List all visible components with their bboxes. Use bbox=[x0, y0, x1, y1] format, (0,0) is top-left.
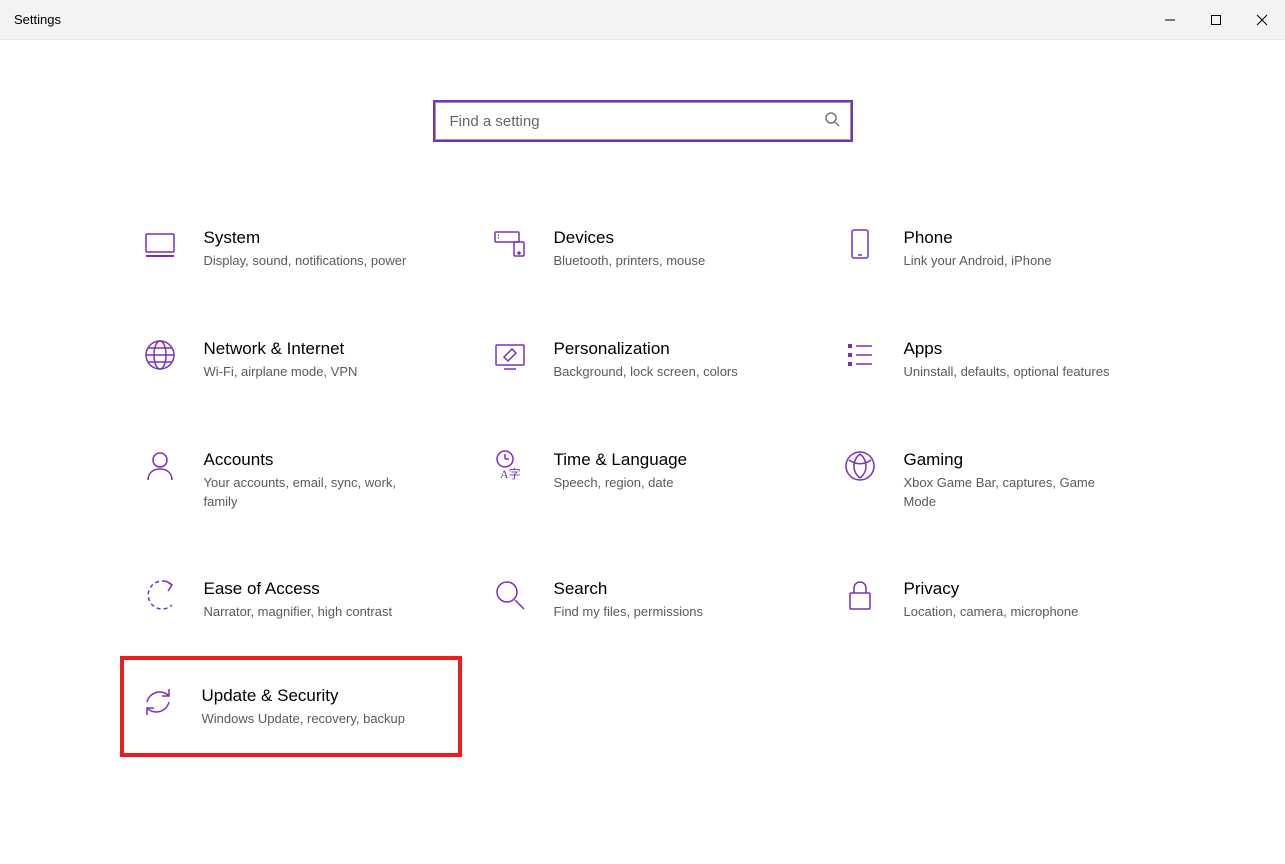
tile-title: System bbox=[204, 228, 446, 248]
tile-phone[interactable]: Phone Link your Android, iPhone bbox=[838, 222, 1148, 275]
tile-title: Time & Language bbox=[554, 450, 796, 470]
search-box[interactable] bbox=[435, 102, 851, 140]
personalization-icon bbox=[490, 337, 530, 377]
tile-search[interactable]: Search Find my files, permissions bbox=[488, 573, 798, 626]
search-category-icon bbox=[490, 577, 530, 617]
privacy-icon bbox=[840, 577, 880, 617]
tile-title: Accounts bbox=[204, 450, 446, 470]
titlebar: Settings bbox=[0, 0, 1285, 40]
system-icon bbox=[140, 226, 180, 266]
window-title: Settings bbox=[0, 12, 61, 27]
tile-devices[interactable]: Devices Bluetooth, printers, mouse bbox=[488, 222, 798, 275]
tile-desc: Xbox Game Bar, captures, Game Mode bbox=[904, 474, 1114, 512]
tile-desc: Narrator, magnifier, high contrast bbox=[204, 603, 414, 622]
tile-time[interactable]: A字 Time & Language Speech, region, date bbox=[488, 444, 798, 516]
tile-title: Phone bbox=[904, 228, 1146, 248]
tile-desc: Bluetooth, printers, mouse bbox=[554, 252, 764, 271]
tile-privacy[interactable]: Privacy Location, camera, microphone bbox=[838, 573, 1148, 626]
search-box-highlight bbox=[433, 100, 853, 142]
tile-ease[interactable]: Ease of Access Narrator, magnifier, high… bbox=[138, 573, 448, 626]
tile-desc: Link your Android, iPhone bbox=[904, 252, 1114, 271]
tile-desc: Find my files, permissions bbox=[554, 603, 764, 622]
maximize-icon bbox=[1210, 14, 1222, 26]
tile-title: Search bbox=[554, 579, 796, 599]
tile-desc: Location, camera, microphone bbox=[904, 603, 1114, 622]
tile-title: Ease of Access bbox=[204, 579, 446, 599]
content: System Display, sound, notifications, po… bbox=[0, 40, 1285, 729]
update-security-icon bbox=[138, 684, 178, 724]
time-language-icon: A字 bbox=[490, 448, 530, 488]
tile-title: Devices bbox=[554, 228, 796, 248]
tile-title: Gaming bbox=[904, 450, 1146, 470]
tile-title: Apps bbox=[904, 339, 1146, 359]
tile-update[interactable]: Update & Security Windows Update, recove… bbox=[120, 656, 462, 757]
accounts-icon bbox=[140, 448, 180, 488]
settings-grid: System Display, sound, notifications, po… bbox=[138, 222, 1148, 729]
tile-desc: Background, lock screen, colors bbox=[554, 363, 764, 382]
tile-system[interactable]: System Display, sound, notifications, po… bbox=[138, 222, 448, 275]
gaming-icon bbox=[840, 448, 880, 488]
minimize-button[interactable] bbox=[1147, 0, 1193, 40]
search-input[interactable] bbox=[450, 113, 824, 130]
tile-gaming[interactable]: Gaming Xbox Game Bar, captures, Game Mod… bbox=[838, 444, 1148, 516]
tile-network[interactable]: Network & Internet Wi-Fi, airplane mode,… bbox=[138, 333, 448, 386]
phone-icon bbox=[840, 226, 880, 266]
minimize-icon bbox=[1164, 14, 1176, 26]
close-button[interactable] bbox=[1239, 0, 1285, 40]
tile-title: Network & Internet bbox=[204, 339, 446, 359]
tile-desc: Display, sound, notifications, power bbox=[204, 252, 414, 271]
tile-desc: Windows Update, recovery, backup bbox=[202, 710, 412, 729]
tile-accounts[interactable]: Accounts Your accounts, email, sync, wor… bbox=[138, 444, 448, 516]
search-icon bbox=[824, 111, 840, 132]
network-icon bbox=[140, 337, 180, 377]
tile-desc: Wi-Fi, airplane mode, VPN bbox=[204, 363, 414, 382]
tile-apps[interactable]: Apps Uninstall, defaults, optional featu… bbox=[838, 333, 1148, 386]
tile-title: Privacy bbox=[904, 579, 1146, 599]
apps-icon bbox=[840, 337, 880, 377]
close-icon bbox=[1256, 14, 1268, 26]
svg-text:A字: A字 bbox=[500, 466, 521, 481]
tile-desc: Your accounts, email, sync, work, family bbox=[204, 474, 414, 512]
maximize-button[interactable] bbox=[1193, 0, 1239, 40]
tile-title: Update & Security bbox=[202, 686, 448, 706]
tile-desc: Speech, region, date bbox=[554, 474, 764, 493]
tile-title: Personalization bbox=[554, 339, 796, 359]
ease-of-access-icon bbox=[140, 577, 180, 617]
devices-icon bbox=[490, 226, 530, 266]
tile-desc: Uninstall, defaults, optional features bbox=[904, 363, 1114, 382]
tile-personalization[interactable]: Personalization Background, lock screen,… bbox=[488, 333, 798, 386]
window-controls bbox=[1147, 0, 1285, 40]
